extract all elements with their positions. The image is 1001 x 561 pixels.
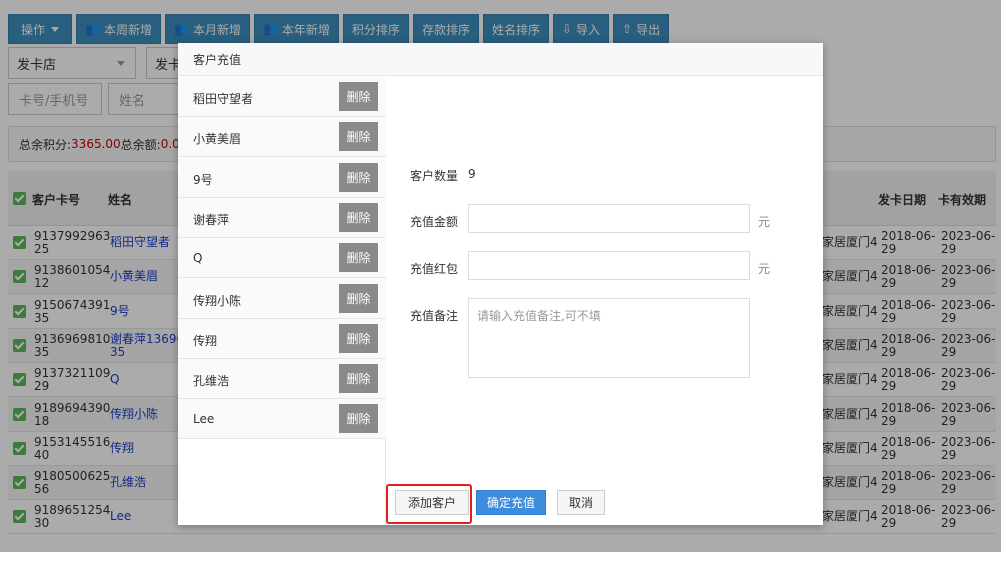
delete-customer-button[interactable]: 删除 — [339, 243, 378, 273]
redpack-input[interactable] — [468, 251, 750, 280]
customer-list-item: 稻田守望者 删除 — [178, 77, 386, 117]
amount-input[interactable] — [468, 204, 750, 233]
delete-customer-button[interactable]: 删除 — [339, 364, 378, 394]
customer-name: 谢春萍 — [193, 212, 230, 227]
redpack-unit: 元 — [758, 262, 771, 276]
customer-list-item: 传翔 删除 — [178, 318, 386, 359]
customer-name: Q — [193, 251, 203, 266]
customer-list-item: 小黄美眉 删除 — [178, 117, 386, 158]
customer-list-item: Lee 删除 — [178, 399, 386, 440]
dialog-title: 客户充值 — [178, 43, 823, 76]
delete-customer-button[interactable]: 删除 — [339, 323, 378, 353]
customer-name: Lee — [193, 412, 215, 427]
customer-name: 传翔小陈 — [193, 293, 242, 308]
customer-list-item: 传翔小陈 删除 — [178, 278, 386, 319]
redpack-label: 充值红包 — [410, 262, 459, 276]
customer-name: 孔维浩 — [193, 374, 230, 389]
delete-customer-button[interactable]: 删除 — [339, 202, 378, 232]
delete-customer-button[interactable]: 删除 — [339, 283, 378, 313]
count-label: 客户数量 — [410, 169, 459, 183]
remark-placeholder: 请输入充值备注,可不填 — [477, 309, 601, 323]
confirm-recharge-button[interactable]: 确定充值 — [476, 490, 546, 515]
customer-list-item: 孔维浩 删除 — [178, 359, 386, 400]
add-customer-button[interactable]: 添加客户 — [395, 490, 469, 515]
delete-customer-button[interactable]: 删除 — [339, 162, 378, 192]
delete-customer-button[interactable]: 删除 — [339, 122, 378, 152]
cancel-button[interactable]: 取消 — [557, 490, 605, 515]
customer-name: 小黄美眉 — [193, 132, 242, 147]
customer-list: 稻田守望者 删除 小黄美眉 删除 9号 删除 谢春萍 删除 Q 删除 传翔小陈 删除 传翔 删除 孔维浩 删除… — [178, 77, 386, 525]
recharge-dialog: 客户充值 稻田守望者 删除 小黄美眉 删除 9号 删除 谢春萍 删除 Q 删除 传翔小陈 删除 传翔 删除… — [178, 43, 823, 525]
remark-textarea[interactable]: 请输入充值备注,可不填 — [468, 298, 750, 378]
customer-list-item: 9号 删除 — [178, 157, 386, 198]
customer-list-item: Q 删除 — [178, 238, 386, 279]
customer-name: 9号 — [193, 172, 213, 187]
customer-list-item: 谢春萍 删除 — [178, 197, 386, 238]
customer-name: 稻田守望者 — [193, 92, 254, 106]
remark-label: 充值备注 — [410, 309, 459, 323]
delete-customer-button[interactable]: 删除 — [339, 82, 378, 111]
customer-name: 传翔 — [193, 333, 218, 348]
amount-label: 充值金额 — [410, 215, 459, 229]
count-value: 9 — [468, 167, 476, 181]
amount-unit: 元 — [758, 215, 771, 229]
delete-customer-button[interactable]: 删除 — [339, 404, 378, 434]
